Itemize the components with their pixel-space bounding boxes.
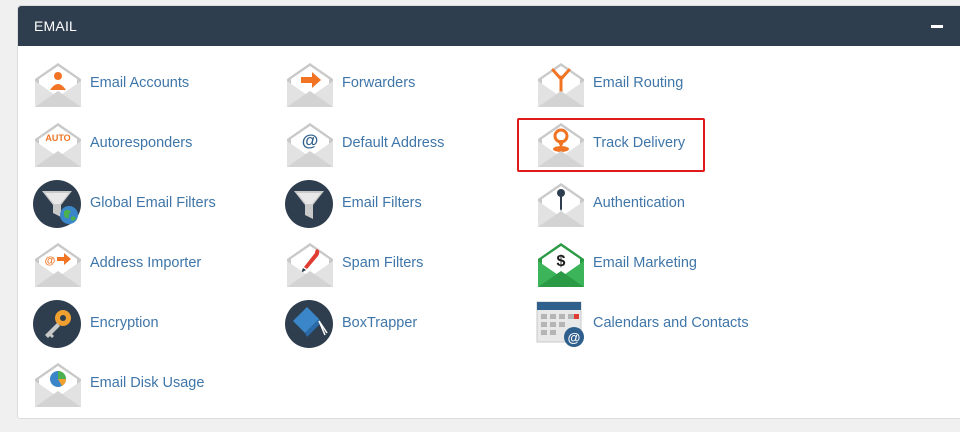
item-label: Email Filters xyxy=(342,195,422,211)
spam-filters-link[interactable]: Spam Filters xyxy=(285,239,525,289)
email-routing-link[interactable]: Email Routing xyxy=(536,59,776,109)
boxtrapper-icon xyxy=(285,300,333,348)
email-accounts-link[interactable]: Email Accounts xyxy=(33,59,273,109)
item-label: Email Marketing xyxy=(593,255,697,271)
item-label: Encryption xyxy=(90,315,159,331)
boxtrapper-link[interactable]: BoxTrapper xyxy=(285,299,525,349)
item-label: Address Importer xyxy=(90,255,202,271)
email-filters-link[interactable]: Email Filters xyxy=(285,179,525,229)
calendars-and-contacts-icon: @ xyxy=(536,301,584,347)
default-address-link[interactable]: @ Default Address xyxy=(285,119,525,169)
svg-text:@: @ xyxy=(45,255,56,267)
authentication-icon xyxy=(538,183,584,227)
item-label: Authentication xyxy=(593,195,685,211)
svg-text:AUTO: AUTO xyxy=(45,133,70,143)
item-label: Spam Filters xyxy=(342,255,424,271)
forwarders-icon xyxy=(287,63,333,107)
item-label: Email Accounts xyxy=(90,75,190,91)
calendars-and-contacts-link[interactable]: @ Calendars and Contacts xyxy=(536,299,776,349)
global-email-filters-link[interactable]: Global Email Filters xyxy=(33,179,273,229)
email-filters-icon xyxy=(285,180,333,228)
item-label: Autoresponders xyxy=(90,135,193,151)
address-importer-icon: @ xyxy=(35,243,81,287)
address-importer-link[interactable]: @ Address Importer xyxy=(33,239,273,289)
authentication-link[interactable]: Authentication xyxy=(536,179,776,229)
item-label: Default Address xyxy=(342,135,445,151)
email-accounts-icon xyxy=(35,63,81,107)
email-disk-usage-icon xyxy=(35,363,81,407)
item-label: Email Disk Usage xyxy=(90,375,205,391)
spam-filters-icon xyxy=(287,243,333,287)
item-label: Email Routing xyxy=(593,75,684,91)
collapse-minus-icon[interactable] xyxy=(931,25,943,28)
track-delivery-icon xyxy=(538,123,584,167)
encryption-icon xyxy=(33,300,81,348)
item-label: Global Email Filters xyxy=(90,195,216,211)
track-delivery-link[interactable]: Track Delivery xyxy=(536,119,776,169)
svg-text:@: @ xyxy=(568,330,581,345)
item-label: BoxTrapper xyxy=(342,315,418,331)
email-routing-icon xyxy=(538,63,584,107)
panel-header: EMAIL xyxy=(18,6,960,46)
svg-text:$: $ xyxy=(557,253,566,270)
global-email-filters-icon xyxy=(33,180,81,228)
svg-text:@: @ xyxy=(302,131,319,150)
encryption-link[interactable]: Encryption xyxy=(33,299,273,349)
item-label: Forwarders xyxy=(342,75,416,91)
panel-title: EMAIL xyxy=(34,18,78,34)
autoresponders-link[interactable]: AUTO Autoresponders xyxy=(33,119,273,169)
email-marketing-link[interactable]: $ Email Marketing xyxy=(536,239,776,289)
default-address-icon: @ xyxy=(287,123,333,167)
autoresponders-icon: AUTO xyxy=(35,123,81,167)
email-marketing-icon: $ xyxy=(538,243,584,287)
forwarders-link[interactable]: Forwarders xyxy=(285,59,525,109)
item-label: Calendars and Contacts xyxy=(593,315,749,331)
item-label: Track Delivery xyxy=(593,135,686,151)
email-disk-usage-link[interactable]: Email Disk Usage xyxy=(33,359,273,409)
